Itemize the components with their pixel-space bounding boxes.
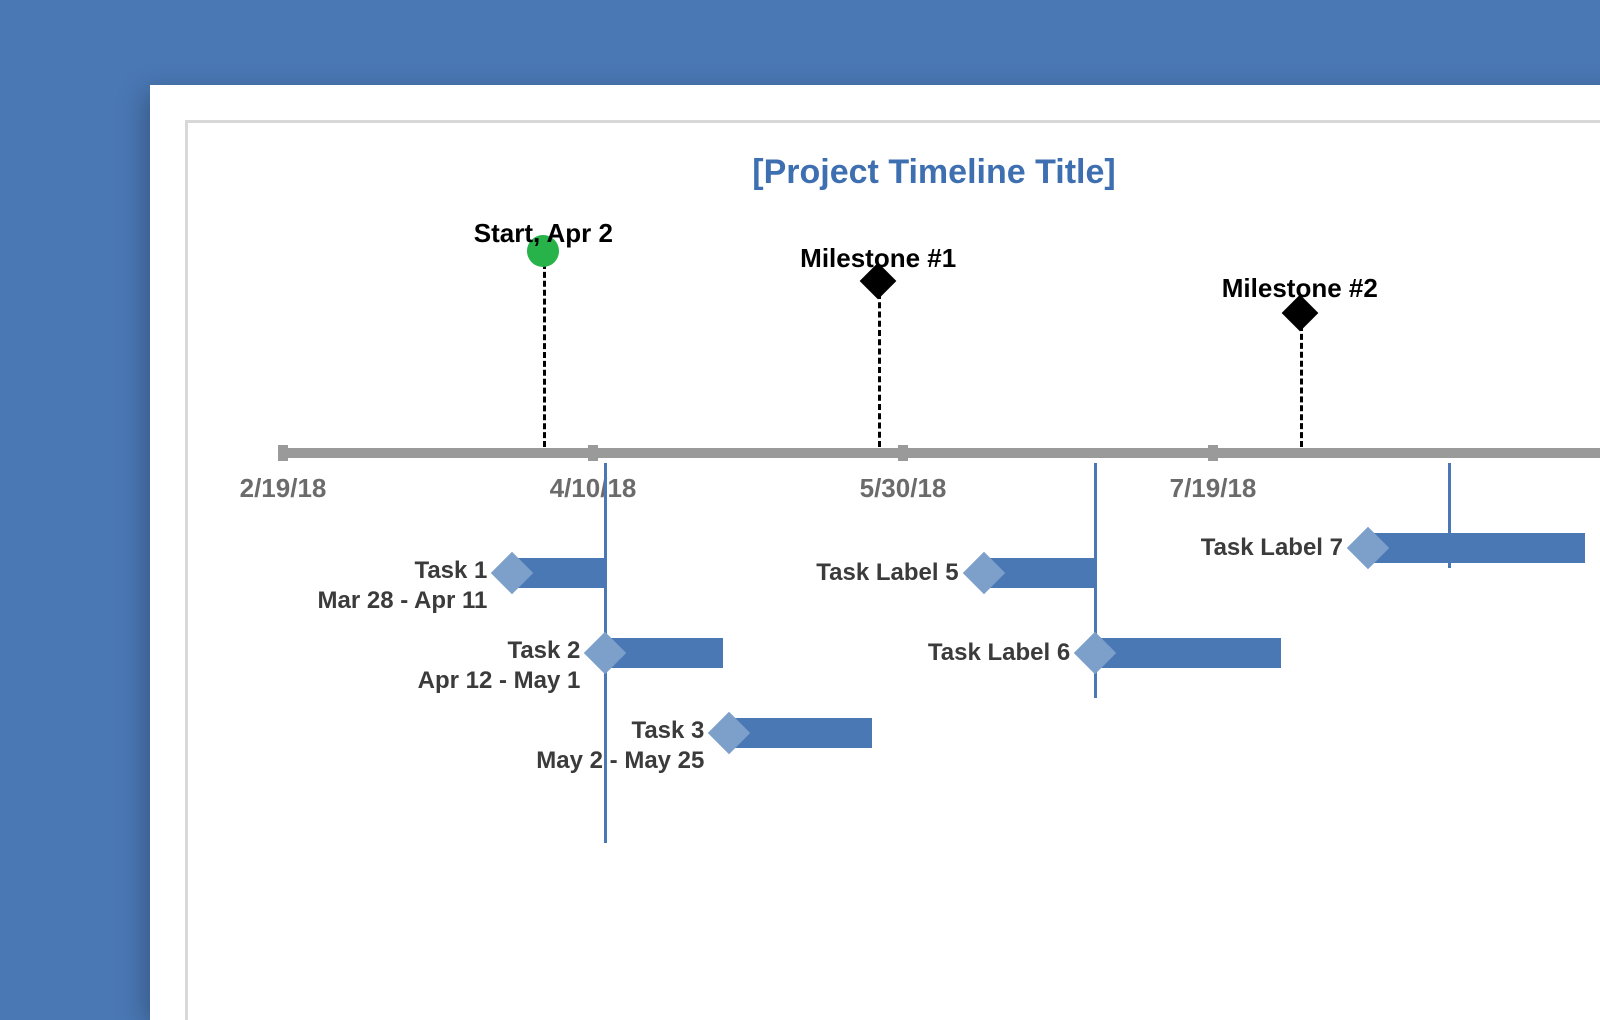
axis-tick-label: 2/19/18 xyxy=(240,473,327,504)
axis-tick xyxy=(588,445,598,461)
chart-title: [Project Timeline Title] xyxy=(752,153,1115,192)
task-bar xyxy=(729,718,872,748)
task-bar xyxy=(1095,638,1281,668)
axis-tick xyxy=(278,445,288,461)
milestone-label: Start, Apr 2 xyxy=(474,218,613,249)
task-label: Task Label 7 xyxy=(1201,533,1343,563)
milestone-line xyxy=(878,293,881,447)
chart-surface: [Project Timeline Title] 2/19/18 4/10/18 5… xyxy=(188,123,1600,1020)
task-label: Task 3May 2 - May 25 xyxy=(536,716,704,776)
milestone-label: Milestone #1 xyxy=(800,243,956,274)
timeline-axis xyxy=(278,448,1600,458)
axis-tick-label: 4/10/18 xyxy=(550,473,637,504)
task-label: Task 2Apr 12 - May 1 xyxy=(418,636,581,696)
timeline-card: [Project Timeline Title] 2/19/18 4/10/18 5… xyxy=(150,85,1600,1020)
task-label: Task Label 5 xyxy=(816,558,958,588)
axis-tick xyxy=(1208,445,1218,461)
inner-frame: [Project Timeline Title] 2/19/18 4/10/18 5… xyxy=(185,120,1600,1020)
task-label: Task Label 6 xyxy=(928,638,1070,668)
milestone-line xyxy=(1300,325,1303,447)
axis-tick xyxy=(898,445,908,461)
milestone-label: Milestone #2 xyxy=(1222,273,1378,304)
axis-tick-label: 5/30/18 xyxy=(860,473,947,504)
milestone-line xyxy=(543,263,546,447)
task-label: Task 1Mar 28 - Apr 11 xyxy=(318,556,488,616)
task-bar xyxy=(1368,533,1585,563)
axis-tick-label: 7/19/18 xyxy=(1170,473,1257,504)
